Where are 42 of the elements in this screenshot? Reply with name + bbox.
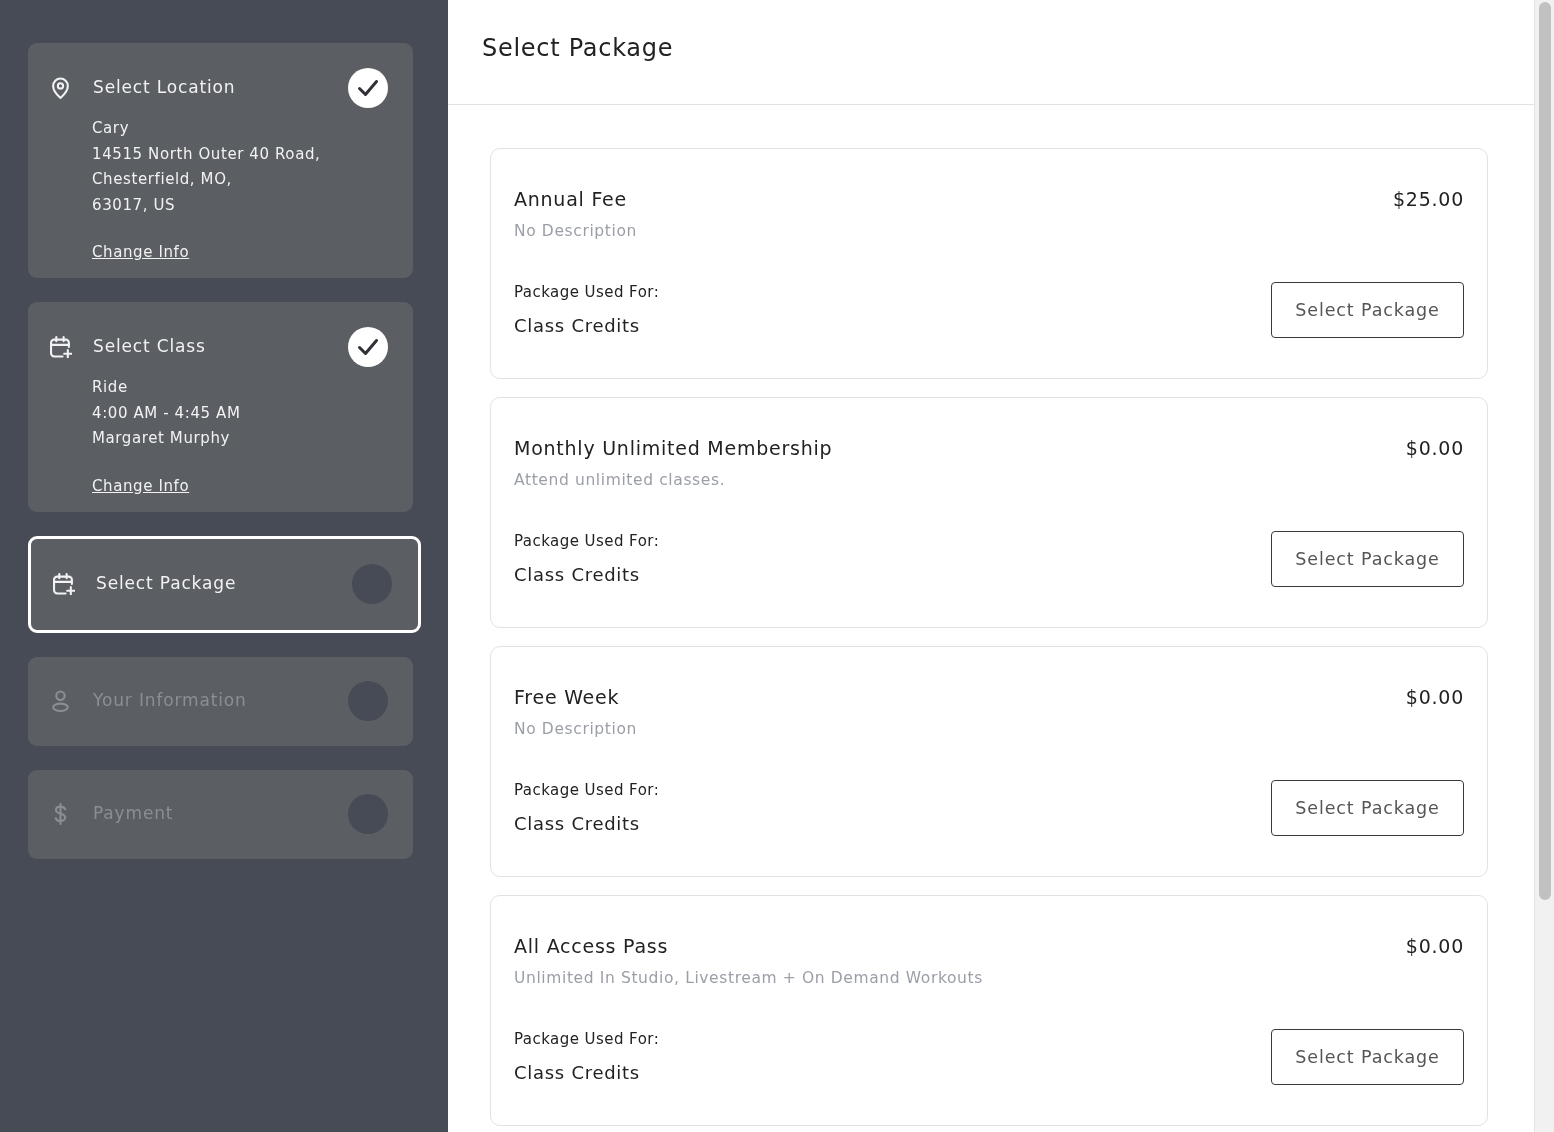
select-package-button[interactable]: Select Package (1271, 282, 1464, 338)
scrollbar-thumb[interactable] (1539, 2, 1551, 900)
package-description: Unlimited In Studio, Livestream + On Demand Workouts (514, 968, 983, 989)
step-detail-text: Margaret Murphy (92, 428, 230, 449)
package-used-for-label: Package Used For: (514, 780, 660, 801)
person-icon (50, 690, 72, 712)
package-used-for-label: Package Used For: (514, 282, 660, 303)
step-title: Select Class (93, 335, 207, 359)
step-title: Select Package (96, 572, 238, 596)
calendar-plus-icon (50, 336, 72, 358)
package-name: All Access Pass (514, 934, 669, 959)
step-title: Select Location (93, 76, 237, 100)
package-description: No Description (514, 719, 637, 740)
package-description: Attend unlimited classes. (514, 470, 726, 491)
step-detail-text: 14515 North Outer 40 Road, (92, 143, 321, 165)
package-price: $0.00 (1405, 436, 1464, 461)
select-package-button[interactable]: Select Package (1271, 780, 1464, 836)
package-used-for-label: Package Used For: (514, 1029, 660, 1050)
package-price: $25.00 (1392, 187, 1464, 212)
package-used-for: Class Credits (514, 1061, 640, 1085)
select-package-button[interactable]: Select Package (1271, 531, 1464, 587)
package-used-for: Class Credits (514, 314, 640, 338)
step-detail-text: Cary (92, 118, 130, 139)
package-name: Free Week (514, 685, 620, 710)
package-used-for: Class Credits (514, 563, 640, 587)
package-name: Annual Fee (514, 187, 627, 212)
map-pin-icon (50, 77, 72, 99)
package-price: $0.00 (1405, 934, 1464, 959)
package-description: No Description (514, 221, 637, 242)
step-detail-text: Ride (92, 377, 128, 398)
package-used-for-label: Package Used For: (514, 531, 660, 552)
change-info-link[interactable]: Change Info (92, 240, 190, 265)
calendar-plus-icon (53, 573, 75, 595)
step-detail-text: Chesterfield, MO, (92, 169, 232, 190)
select-package-button[interactable]: Select Package (1271, 1029, 1464, 1085)
page-title: Select Package (482, 33, 674, 64)
package-used-for: Class Credits (514, 812, 640, 836)
step-detail-text: 4:00 AM - 4:45 AM (92, 402, 241, 424)
package-name: Monthly Unlimited Membership (514, 436, 833, 461)
package-price: $0.00 (1405, 685, 1464, 710)
step-detail-text: 63017, US (92, 194, 176, 216)
change-info-link[interactable]: Change Info (92, 473, 190, 499)
